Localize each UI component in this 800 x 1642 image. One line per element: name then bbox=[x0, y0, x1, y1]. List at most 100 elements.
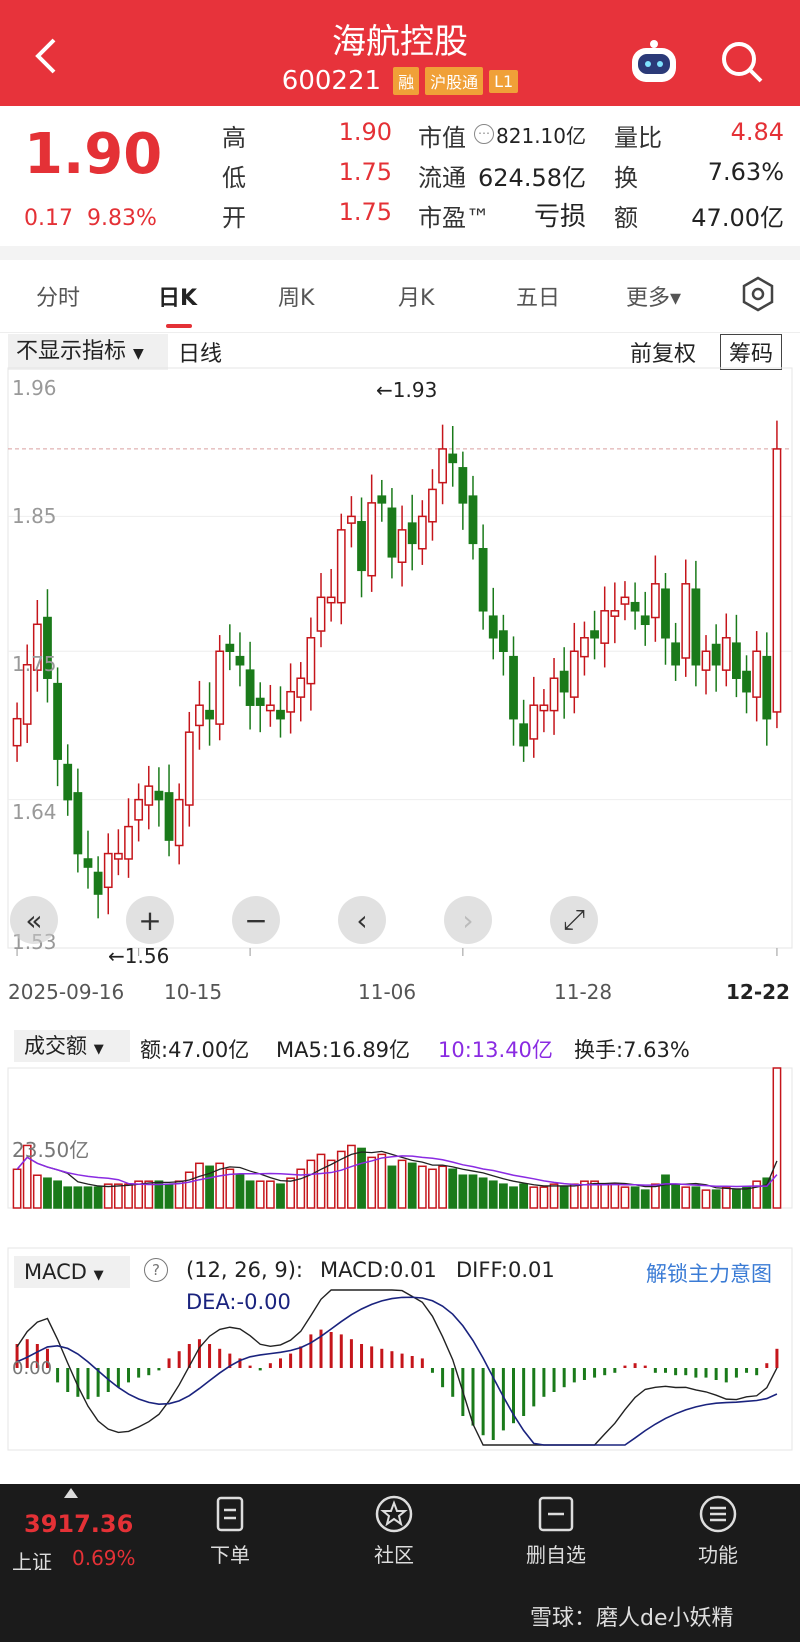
next-icon[interactable]: › bbox=[444, 896, 492, 944]
volume-bar bbox=[438, 1165, 447, 1209]
volume-bar bbox=[742, 1186, 751, 1209]
candle-body bbox=[407, 522, 417, 545]
candle-body bbox=[387, 507, 397, 558]
unlock-link[interactable]: 解锁主力意图 bbox=[646, 1258, 772, 1288]
candle-body bbox=[184, 731, 194, 806]
volume-bar bbox=[93, 1186, 103, 1209]
candle-body bbox=[691, 588, 701, 666]
candle-body bbox=[498, 630, 508, 653]
help-icon[interactable]: ? bbox=[144, 1258, 168, 1282]
volume-bar bbox=[478, 1177, 488, 1209]
candle-body bbox=[235, 655, 245, 666]
candle-body bbox=[276, 709, 285, 720]
volume-bar bbox=[428, 1168, 437, 1209]
candle-body bbox=[580, 637, 589, 658]
candle-body bbox=[448, 453, 458, 464]
volume-bar bbox=[63, 1186, 73, 1209]
candle-body bbox=[154, 790, 164, 801]
volume-bar bbox=[772, 1067, 782, 1209]
candle-body bbox=[93, 871, 103, 895]
candle-body bbox=[144, 785, 154, 806]
macd-toolbar: MACD ▼ ? (12, 26, 9): MACD:0.01 DIFF:0.0… bbox=[0, 1252, 800, 1314]
date-label-4: 11-28 bbox=[554, 980, 613, 1004]
volume-bar bbox=[32, 1174, 42, 1209]
volume-bar bbox=[377, 1153, 387, 1209]
volume-bar bbox=[53, 1180, 62, 1209]
candle-body bbox=[590, 630, 599, 639]
nav-order[interactable]: 下单 bbox=[180, 1494, 280, 1568]
candle-body bbox=[681, 583, 691, 659]
candle-body bbox=[225, 643, 235, 653]
volume-bar bbox=[195, 1162, 204, 1209]
max-price-label: ←1.93 bbox=[376, 378, 438, 402]
volume-bar bbox=[529, 1186, 539, 1209]
candle-body bbox=[367, 502, 377, 577]
macd-select-label: MACD bbox=[24, 1260, 87, 1284]
nav-order-label: 下单 bbox=[210, 1543, 250, 1567]
candle-body bbox=[438, 448, 447, 484]
volume-bar bbox=[661, 1174, 670, 1209]
candle-body bbox=[752, 650, 762, 698]
macd-select[interactable]: MACD ▼ bbox=[14, 1256, 130, 1288]
volume-bar bbox=[549, 1183, 559, 1209]
candle-body bbox=[549, 677, 559, 712]
candle-body bbox=[600, 610, 610, 644]
volume-bar bbox=[286, 1177, 296, 1209]
volume-bar bbox=[610, 1183, 620, 1209]
volume-bar bbox=[407, 1162, 417, 1209]
index-value[interactable]: 3917.36 bbox=[24, 1510, 133, 1538]
volume-bar bbox=[468, 1174, 478, 1209]
volume-bar bbox=[387, 1165, 397, 1209]
nav-community[interactable]: 社区 bbox=[344, 1494, 444, 1568]
date-label-1: 2025-09-16 bbox=[8, 980, 125, 1004]
y-tick-3: 1.75 bbox=[12, 652, 57, 676]
candle-body bbox=[357, 521, 366, 572]
fullscreen-icon[interactable]: ⤢ bbox=[550, 896, 598, 944]
macd-value: MACD:0.01 bbox=[320, 1258, 437, 1282]
candle-body bbox=[630, 601, 640, 612]
volume-toolbar: 成交额 ▼ 额:47.00亿 MA5:16.89亿 10:13.40亿 换手:7… bbox=[0, 1024, 800, 1064]
volume-bar bbox=[113, 1183, 123, 1209]
nav-functions[interactable]: 功能 bbox=[668, 1494, 768, 1568]
kline-pane bbox=[7, 367, 793, 956]
volume-bar bbox=[43, 1177, 52, 1209]
candle-body bbox=[620, 596, 630, 605]
scroll-left-double-icon[interactable]: « bbox=[10, 896, 58, 944]
volume-bar bbox=[276, 1183, 285, 1209]
zoom-in-icon[interactable]: + bbox=[126, 896, 174, 944]
index-pct: 0.69% bbox=[72, 1546, 136, 1570]
candle-body bbox=[336, 529, 346, 604]
macd-zero: 0.00 bbox=[12, 1358, 53, 1379]
volume-select-label: 成交额 bbox=[24, 1034, 87, 1058]
minus-box-icon bbox=[538, 1496, 574, 1532]
volume-bar bbox=[245, 1180, 255, 1209]
volume-bar bbox=[417, 1165, 427, 1209]
candle-body bbox=[762, 655, 772, 720]
volume-bar bbox=[650, 1183, 660, 1209]
volume-bar bbox=[255, 1180, 265, 1209]
candle-body bbox=[124, 825, 133, 860]
y-tick-2: 1.85 bbox=[12, 504, 57, 528]
volume-bar bbox=[640, 1189, 650, 1209]
candle-body bbox=[488, 615, 498, 639]
volume-bar bbox=[316, 1153, 326, 1209]
zoom-out-icon[interactable]: − bbox=[232, 896, 280, 944]
nav-remove-watchlist[interactable]: 删自选 bbox=[506, 1494, 606, 1568]
prev-icon[interactable]: ‹ bbox=[338, 896, 386, 944]
order-icon bbox=[216, 1496, 244, 1532]
candle-body bbox=[73, 792, 83, 855]
candle-body bbox=[164, 792, 174, 841]
volume-pane bbox=[7, 1067, 793, 1209]
volume-ma5: MA5:16.89亿 bbox=[276, 1038, 411, 1062]
volume-select[interactable]: 成交额 ▼ bbox=[14, 1030, 130, 1062]
candle-body bbox=[245, 669, 255, 706]
date-label-3: 11-06 bbox=[358, 980, 417, 1004]
candle-body bbox=[255, 697, 265, 706]
nav-functions-label: 功能 bbox=[698, 1543, 738, 1567]
candle-body bbox=[468, 495, 478, 545]
volume-bar bbox=[73, 1186, 83, 1209]
macd-dea-line bbox=[16, 1296, 778, 1446]
candle-body bbox=[296, 677, 306, 698]
volume-bar bbox=[732, 1189, 741, 1209]
volume-bar bbox=[559, 1186, 569, 1209]
